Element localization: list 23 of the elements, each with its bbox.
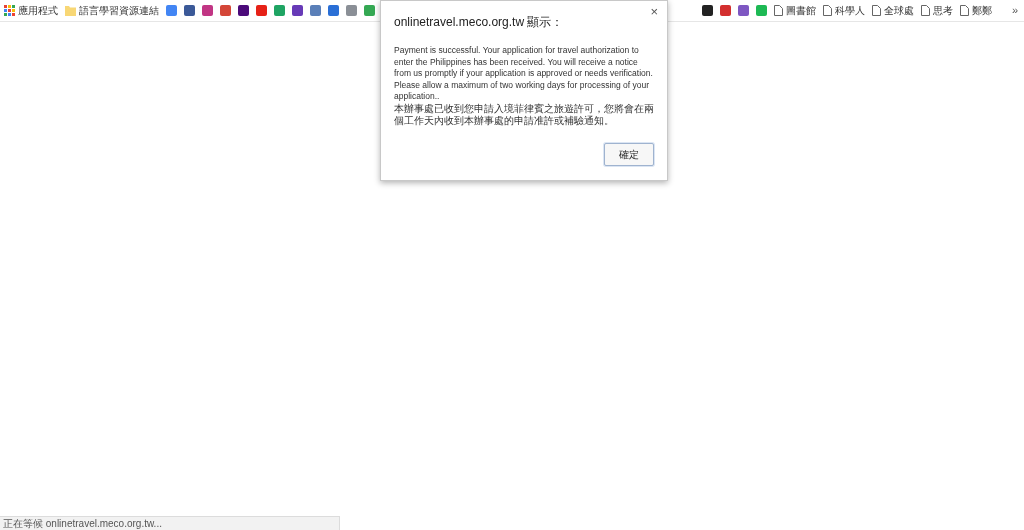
- dialog-title: onlinetravel.meco.org.tw 顯示：: [394, 14, 565, 31]
- ok-button[interactable]: 確定: [604, 142, 654, 166]
- bookmark-link[interactable]: 應用程式: [4, 3, 58, 18]
- site-icon[interactable]: [701, 5, 713, 16]
- bookmark-link[interactable]: 鄭鄭: [959, 3, 992, 18]
- page-icon: [773, 5, 783, 16]
- bookmark-link[interactable]: 思考: [920, 3, 953, 18]
- dialog-message: Payment is successful. Your application for travel authorization to enter the Philippines has been received. You will receive a notice from us promptly if your application is approved or needs verification. Please allow a maximum of two working days for processing of your application..: [394, 45, 654, 103]
- page-icon: [959, 5, 969, 16]
- page-icon: [871, 5, 881, 16]
- page-icon: [920, 5, 930, 16]
- dialog-message: 本辦事處已收到您申請入境菲律賓之旅遊許可，您將會在兩個工作天內收到本辦事處的申請准許或補驗通知。: [394, 102, 654, 127]
- site-icon[interactable]: [238, 5, 249, 16]
- bookmark-link[interactable]: 科學人: [822, 3, 865, 18]
- folder-icon: [65, 5, 76, 16]
- bookmark-link[interactable]: 圖書館: [773, 3, 816, 18]
- bookmark-link[interactable]: 語言學習資源連結: [65, 3, 159, 18]
- page-icon: [822, 5, 832, 16]
- bookmark-link[interactable]: 全球處: [871, 3, 914, 18]
- status-bar: 正在等候 onlinetravel.meco.org.tw...: [0, 516, 340, 530]
- grid-icon: [4, 5, 15, 16]
- overflow-button[interactable]: »: [1007, 2, 1022, 19]
- close-button[interactable]: ×: [647, 5, 661, 18]
